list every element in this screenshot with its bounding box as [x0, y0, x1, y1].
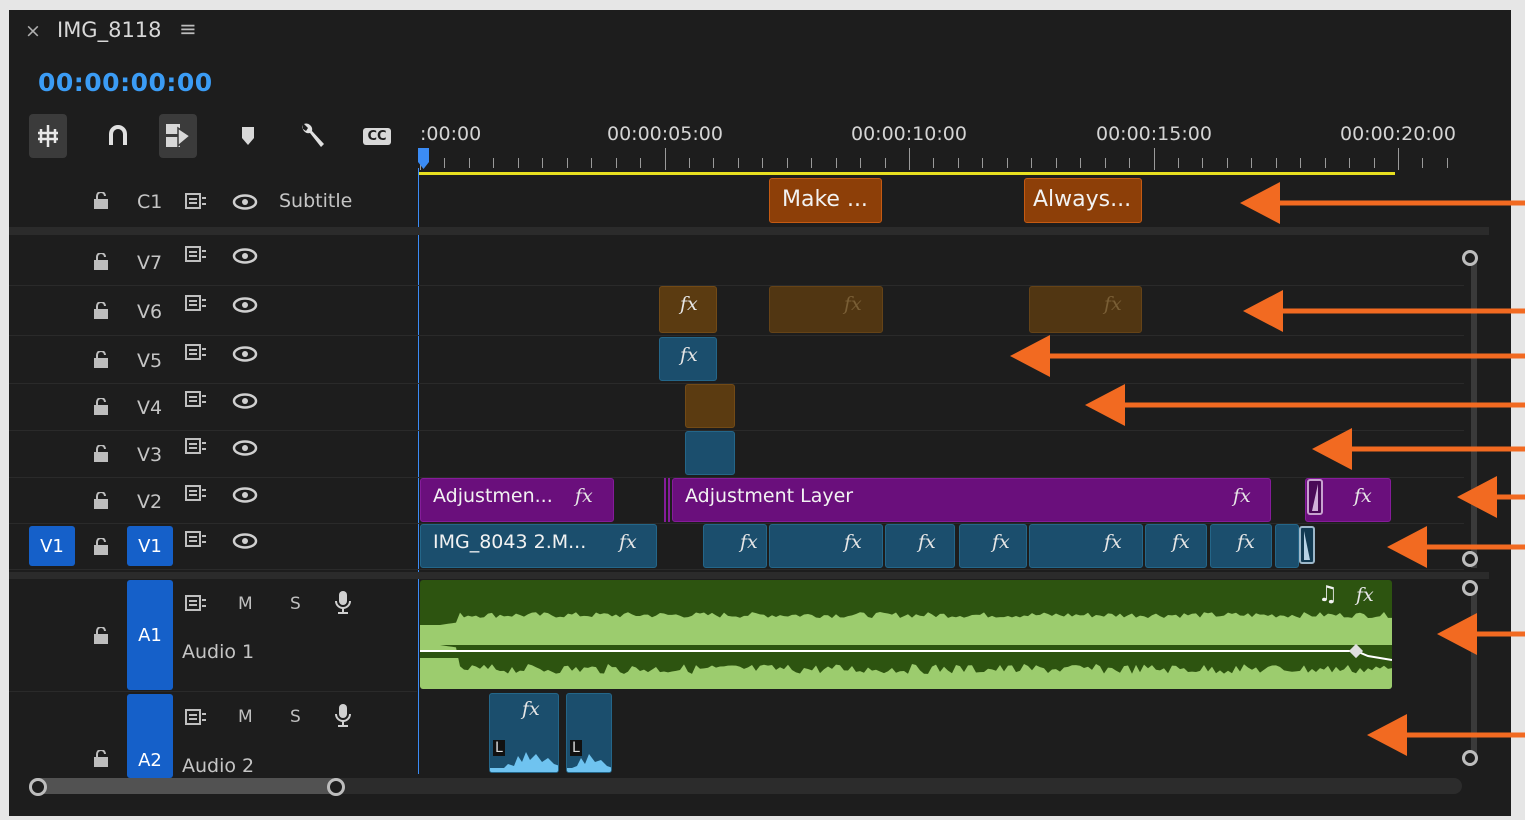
- annotation-arrow: [1457, 476, 1525, 518]
- annotation-arrow: [1437, 613, 1525, 655]
- annotation-arrow: [1240, 182, 1525, 224]
- annotation-arrow: [1387, 526, 1525, 568]
- annotation-arrows: [1010, 182, 1525, 756]
- annotation-arrow: [1010, 335, 1525, 377]
- annotation-arrow: [1312, 428, 1525, 470]
- annotation-arrow: [1243, 290, 1525, 332]
- annotation-arrow: [1085, 384, 1525, 426]
- annotation-arrow: [1367, 714, 1525, 756]
